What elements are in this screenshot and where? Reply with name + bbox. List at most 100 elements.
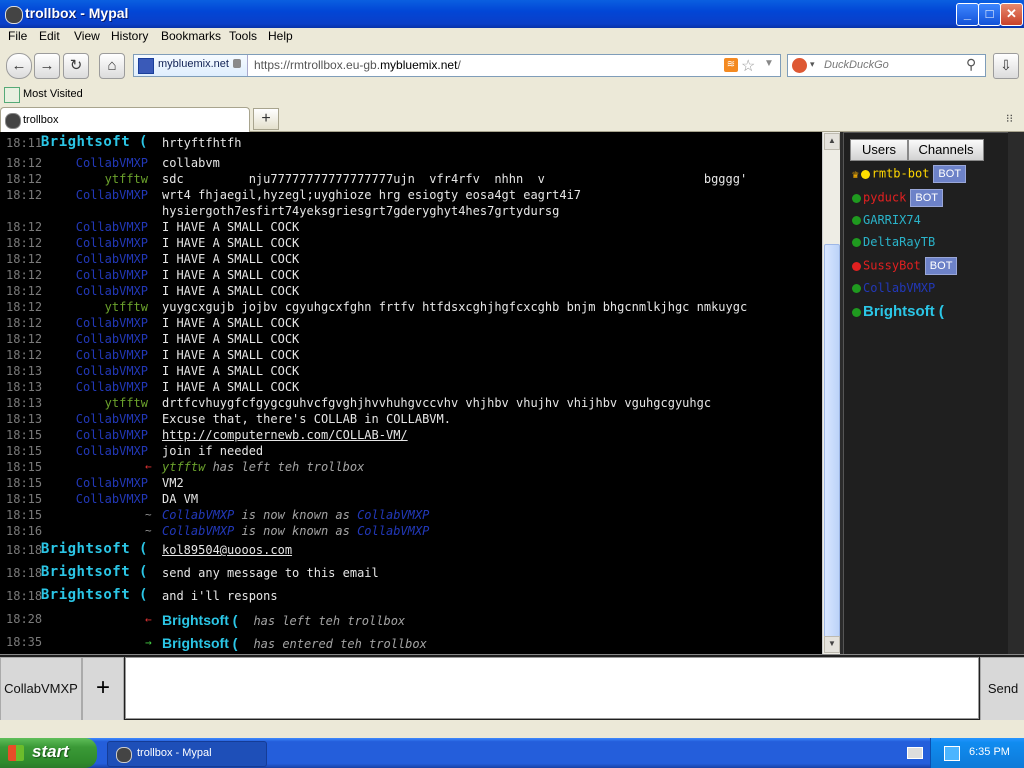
chat-nick[interactable]: CollabVMXP: [76, 220, 148, 234]
event-new-nick[interactable]: CollabVMXP: [357, 508, 429, 522]
chat-nick[interactable]: CollabVMXP: [76, 188, 148, 202]
send-button[interactable]: Send: [980, 657, 1024, 721]
start-button[interactable]: start: [0, 738, 97, 768]
user-list-item[interactable]: CollabVMXP: [852, 281, 935, 301]
search-bar[interactable]: ▾ DuckDuckGo ⚲: [787, 54, 986, 77]
chat-timestamp: 18:15: [6, 492, 43, 506]
chat-nick[interactable]: CollabVMXP: [76, 444, 148, 458]
chat-message-link[interactable]: kol89504@uooos.com: [162, 543, 292, 557]
user-list-item[interactable]: DeltaRayTB: [852, 235, 935, 255]
menu-edit[interactable]: Edit: [39, 29, 60, 43]
bookmark-star-icon[interactable]: ☆: [741, 56, 755, 76]
event-user[interactable]: ytfftw: [162, 460, 205, 474]
bookmark-most-visited[interactable]: Most Visited: [23, 88, 83, 100]
clock[interactable]: 6:35 PM: [969, 746, 1010, 758]
url-suffix: /: [457, 58, 461, 72]
chat-nick[interactable]: CollabVMXP: [76, 236, 148, 250]
taskbar-item-trollbox[interactable]: trollbox - Mypal: [107, 741, 267, 767]
chat-message-link[interactable]: http://computernewb.com/COLLAB-VM/: [162, 428, 408, 442]
chat-timestamp: 18:12: [6, 348, 43, 362]
chat-nick[interactable]: CollabVMXP: [76, 380, 148, 394]
duckduckgo-engine-icon[interactable]: [792, 58, 807, 73]
menu-tools[interactable]: Tools: [229, 29, 257, 43]
minimize-button[interactable]: _: [956, 3, 979, 26]
chat-nick[interactable]: Brightsoft (: [41, 587, 148, 603]
user-name: SussyBot: [863, 258, 921, 273]
scroll-down-arrow-icon[interactable]: ▼: [824, 636, 840, 653]
menu-help[interactable]: Help: [268, 29, 293, 43]
plus-button[interactable]: +: [82, 657, 124, 721]
tab-trollbox[interactable]: trollbox: [0, 107, 250, 132]
user-list-item[interactable]: Brightsoft (: [852, 303, 944, 323]
url-text[interactable]: https://rmtrollbox.eu-gb.mybluemix.net/: [254, 58, 461, 72]
reload-icon[interactable]: ↻: [63, 53, 89, 79]
search-placeholder: DuckDuckGo: [824, 59, 889, 71]
forward-arrow-icon[interactable]: →: [34, 53, 60, 79]
site-favicon-icon: [138, 58, 154, 74]
download-arrow-icon[interactable]: ⇩: [993, 53, 1019, 79]
chat-nick[interactable]: CollabVMXP: [76, 476, 148, 490]
chat-nick[interactable]: CollabVMXP: [76, 332, 148, 346]
new-tab-button[interactable]: +: [253, 108, 279, 130]
user-list-item[interactable]: ♛ rmtb-bot BOT: [852, 165, 967, 185]
url-bar[interactable]: mybluemix.net https://rmtrollbox.eu-gb.m…: [133, 54, 781, 77]
event-new-nick[interactable]: CollabVMXP: [357, 524, 429, 538]
chat-nick[interactable]: ytfftw: [105, 396, 148, 410]
close-button[interactable]: ✕: [1000, 3, 1023, 26]
status-dot-icon: [852, 261, 861, 271]
back-arrow-icon[interactable]: ←: [6, 53, 32, 79]
event-user[interactable]: CollabVMXP: [162, 508, 234, 522]
event-user[interactable]: Brightsoft (: [162, 635, 237, 651]
event-user[interactable]: CollabVMXP: [162, 524, 234, 538]
keyboard-icon[interactable]: [907, 747, 923, 759]
scroll-thumb[interactable]: [824, 244, 840, 641]
chat-timestamp: 18:35: [6, 635, 43, 649]
menu-bookmarks[interactable]: Bookmarks: [161, 29, 221, 43]
list-all-tabs-icon[interactable]: ⁝⁝: [1006, 112, 1013, 125]
chat-nick[interactable]: CollabVMXP: [76, 428, 148, 442]
chat-nick[interactable]: CollabVMXP: [76, 156, 148, 170]
chat-nick[interactable]: ytfftw: [105, 300, 148, 314]
network-icon[interactable]: [944, 746, 960, 761]
chat-nick[interactable]: Brightsoft (: [41, 134, 148, 150]
menu-history[interactable]: History: [111, 29, 148, 43]
menu-view[interactable]: View: [74, 29, 100, 43]
window-titlebar[interactable]: trollbox - Mypal _ □ ✕: [0, 0, 1024, 28]
chat-scrollbar[interactable]: ▲ ▼: [822, 132, 840, 654]
chat-nick[interactable]: CollabVMXP: [76, 412, 148, 426]
maximize-button[interactable]: □: [978, 3, 1001, 26]
chat-message: I HAVE A SMALL COCK: [162, 220, 300, 234]
chat-nick[interactable]: CollabVMXP: [76, 316, 148, 330]
chat-nick[interactable]: Brightsoft (: [41, 541, 148, 557]
join-arrow-icon: →: [145, 636, 152, 649]
chat-nick[interactable]: CollabVMXP: [76, 348, 148, 362]
menu-file[interactable]: File: [8, 29, 27, 43]
sidebar-scroll-area: [1008, 132, 1024, 654]
engine-dropdown-icon[interactable]: ▾: [810, 59, 815, 70]
tab-users[interactable]: Users: [850, 139, 908, 161]
chat-timestamp: 18:12: [6, 236, 43, 250]
rss-feed-icon[interactable]: ≋: [724, 58, 738, 72]
search-magnifier-icon[interactable]: ⚲: [966, 56, 976, 73]
site-identity-box[interactable]: mybluemix.net: [134, 55, 248, 76]
chat-nick[interactable]: CollabVMXP: [76, 284, 148, 298]
chat-row: 18:18 Brightsoft (send any message to thi…: [0, 562, 822, 585]
event-user[interactable]: Brightsoft (: [162, 612, 237, 628]
url-dropdown-icon[interactable]: ▼: [764, 58, 774, 69]
chat-nick[interactable]: CollabVMXP: [76, 492, 148, 506]
message-input[interactable]: [125, 657, 979, 719]
chat-nick[interactable]: ytfftw: [105, 172, 148, 186]
chat-nick[interactable]: CollabVMXP: [76, 252, 148, 266]
home-icon[interactable]: ⌂: [99, 53, 125, 79]
user-list-item[interactable]: GARRIX74: [852, 213, 921, 233]
scroll-up-arrow-icon[interactable]: ▲: [824, 133, 840, 150]
nickname-button[interactable]: CollabVMXP: [0, 657, 82, 721]
tab-channels[interactable]: Channels: [908, 139, 984, 161]
chat-nick[interactable]: CollabVMXP: [76, 268, 148, 282]
chat-log[interactable]: 18:11 Brightsoft (hrtyftfhtfh 18:12 CollabV…: [0, 132, 822, 654]
chat-nick[interactable]: CollabVMXP: [76, 364, 148, 378]
user-list-item[interactable]: SussyBot BOT: [852, 257, 958, 277]
user-list-item[interactable]: pyduck BOT: [852, 189, 943, 209]
user-sidebar: Users Channels ♛ rmtb-bot BOT pyduck BOT GARR…: [843, 132, 1009, 656]
chat-nick[interactable]: Brightsoft (: [41, 564, 148, 580]
